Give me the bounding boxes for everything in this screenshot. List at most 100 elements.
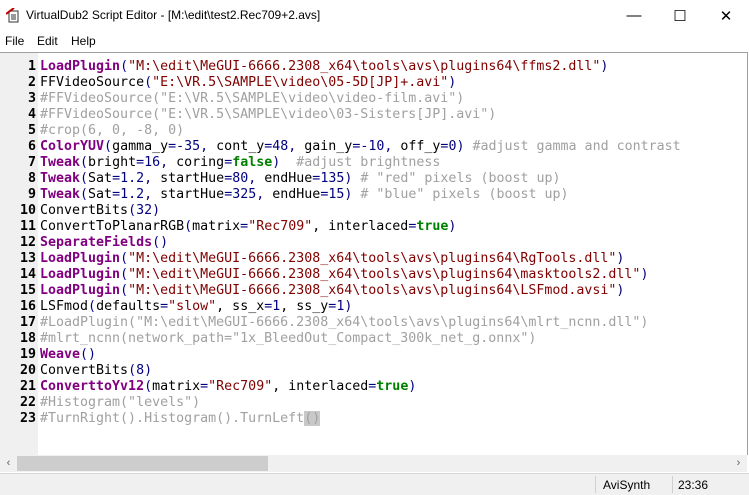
code-token: , [144, 171, 153, 186]
code-token: #FFVideoSource("E:\VR.5\SAMPLE\video\vid… [40, 91, 465, 106]
line-source: LSFmod(defaults="slow", ss_x=1, ss_y=1) [40, 299, 352, 315]
code-token: 80 [232, 171, 249, 186]
line-source: Tweak(Sat=1.2, startHue=325, endHue=15) … [40, 187, 569, 203]
code-token: LoadPlugin [40, 283, 121, 298]
code-line[interactable]: 11 ConvertToPlanarRGB(matrix="Rec709", in… [0, 219, 747, 235]
code-line[interactable]: 9 Tweak(Sat=1.2, startHue=325, endHue=15)… [0, 187, 747, 203]
code-token: Tweak [40, 187, 81, 202]
code-token: 135 [320, 171, 345, 186]
line-number: 7 [27, 155, 36, 170]
code-token: #FFVideoSource("E:\VR.5\SAMPLE\video\03-… [40, 107, 497, 122]
code-token: # "blue" pixels (boost up) [360, 187, 569, 202]
code-token: ( [80, 171, 89, 186]
code-token: FFVideoSource [40, 75, 145, 90]
code-token: = [224, 155, 233, 170]
code-line[interactable]: 20 ConvertBits(8) [0, 363, 747, 379]
code-line[interactable]: 6 ColorYUV(gamma_y=-35, cont_y=48, gain_y… [0, 139, 747, 155]
script-editor[interactable]: 1 LoadPlugin("M:\edit\MeGUI-6666.2308_x64… [0, 52, 748, 455]
code-token: matrix [152, 379, 201, 394]
code-line[interactable]: 10 ConvertBits(32) [0, 203, 747, 219]
code-token: 1.2 [120, 171, 145, 186]
code-token: startHue [152, 171, 225, 186]
maximize-button[interactable]: ☐ [657, 0, 703, 31]
close-button[interactable]: ✕ [703, 0, 749, 31]
scroll-right-icon[interactable]: › [730, 455, 747, 472]
code-token: gamma_y [112, 139, 169, 154]
code-token: ( [128, 363, 137, 378]
horizontal-scrollbar[interactable]: ‹ › [0, 455, 747, 472]
status-divider [595, 476, 596, 493]
code-line[interactable]: 8 Tweak(Sat=1.2, startHue=80, endHue=135)… [0, 171, 747, 187]
code-line[interactable]: 23 #TurnRight().Histogram().TurnLeft() [0, 411, 747, 427]
minimize-button[interactable]: — [611, 0, 657, 31]
code-line[interactable]: 4 #FFVideoSource("E:\VR.5\SAMPLE\video\03… [0, 107, 747, 123]
code-token: #TurnRight().Histogram().TurnLeft [40, 411, 305, 426]
code-token: startHue [152, 187, 225, 202]
code-line[interactable]: 1 LoadPlugin("M:\edit\MeGUI-6666.2308_x64… [0, 59, 747, 75]
code-token: 325 [232, 187, 257, 202]
line-source: #FFVideoSource("E:\VR.5\SAMPLE\video\vid… [40, 91, 464, 107]
code-token: cont_y [208, 139, 265, 154]
menu-help[interactable]: Help [71, 34, 96, 48]
scrollbar-thumb[interactable] [17, 456, 268, 471]
line-number: 15 [19, 283, 36, 298]
line-source: LoadPlugin("M:\edit\MeGUI-6666.2308_x64\… [40, 283, 624, 299]
code-line[interactable]: 13 LoadPlugin("M:\edit\MeGUI-6666.2308_x6… [0, 251, 747, 267]
scroll-left-icon[interactable]: ‹ [0, 455, 17, 472]
code-token: Sat [88, 171, 113, 186]
code-line[interactable]: 21 ConverttoYv12(matrix="Rec709", interla… [0, 379, 747, 395]
line-number: 18 [19, 331, 36, 346]
line-source: LoadPlugin("M:\edit\MeGUI-6666.2308_x64\… [40, 251, 624, 267]
code-line[interactable]: 2 FFVideoSource("E:\VR.5\SAMPLE\video\05-… [0, 75, 747, 91]
code-token: off_y [392, 139, 441, 154]
code-token: -35 [176, 139, 201, 154]
code-token: ( [128, 203, 137, 218]
status-bar: AviSynth 23:36 [0, 473, 749, 495]
line-source: #crop(6, 0, -8, 0) [40, 123, 184, 139]
code-token: ) [144, 363, 153, 378]
line-number: 11 [19, 219, 36, 234]
title-bar: VirtualDub2 Script Editor - [M:\edit\tes… [0, 0, 749, 31]
code-token: 1.2 [120, 187, 145, 202]
code-line[interactable]: 19 Weave() [0, 347, 747, 363]
code-line[interactable]: 14 LoadPlugin("M:\edit\MeGUI-6666.2308_x6… [0, 267, 747, 283]
minimize-icon: — [626, 7, 642, 24]
line-number: 2 [27, 75, 36, 90]
code-line[interactable]: 7 Tweak(bright=16, coring=false) #adjust … [0, 155, 747, 171]
line-number: 12 [19, 235, 36, 250]
code-line[interactable]: 12 SeparateFields() [0, 235, 747, 251]
code-token: () [152, 235, 169, 250]
code-token: "slow" [168, 299, 217, 314]
code-line[interactable]: 5 #crop(6, 0, -8, 0) [0, 123, 747, 139]
code-token: ConvertToPlanarRGB [40, 219, 185, 234]
code-token: , interlaced [312, 219, 409, 234]
code-token: false [232, 155, 273, 170]
code-area[interactable]: 1 LoadPlugin("M:\edit\MeGUI-6666.2308_x64… [0, 59, 747, 427]
code-line[interactable]: 22 #Histogram("levels") [0, 395, 747, 411]
code-token: , interlaced [272, 379, 369, 394]
line-source: ConvertBits(32) [40, 203, 160, 219]
code-line[interactable]: 3 #FFVideoSource("E:\VR.5\SAMPLE\video\vi… [0, 91, 747, 107]
line-source: #LoadPlugin("M:\edit\MeGUI-6666.2308_x64… [40, 315, 648, 331]
code-token: bright [88, 155, 137, 170]
code-token: true [416, 219, 449, 234]
code-token: ) [600, 59, 609, 74]
menu-edit[interactable]: Edit [37, 34, 58, 48]
code-token: = [136, 155, 145, 170]
line-number: 8 [27, 171, 36, 186]
code-token: #adjust brightness [296, 155, 441, 170]
code-token: #Histogram("levels") [40, 395, 201, 410]
code-token: ColorYUV [40, 139, 105, 154]
code-line[interactable]: 18 #mlrt_ncnn(network_path="1x_BleedOut_C… [0, 331, 747, 347]
code-line[interactable]: 17 #LoadPlugin("M:\edit\MeGUI-6666.2308_x… [0, 315, 747, 331]
code-token: ) [616, 251, 625, 266]
code-line[interactable]: 16 LSFmod(defaults="slow", ss_x=1, ss_y=1… [0, 299, 747, 315]
code-token: LoadPlugin [40, 267, 121, 282]
code-line[interactable]: 15 LoadPlugin("M:\edit\MeGUI-6666.2308_x6… [0, 283, 747, 299]
line-number: 16 [19, 299, 36, 314]
code-token: "E:\VR.5\SAMPLE\video\05-5D[JP]+.avi" [152, 75, 449, 90]
line-number: 4 [27, 107, 36, 122]
code-token: 16 [144, 155, 161, 170]
code-token: LoadPlugin [40, 59, 121, 74]
menu-file[interactable]: File [5, 34, 24, 48]
